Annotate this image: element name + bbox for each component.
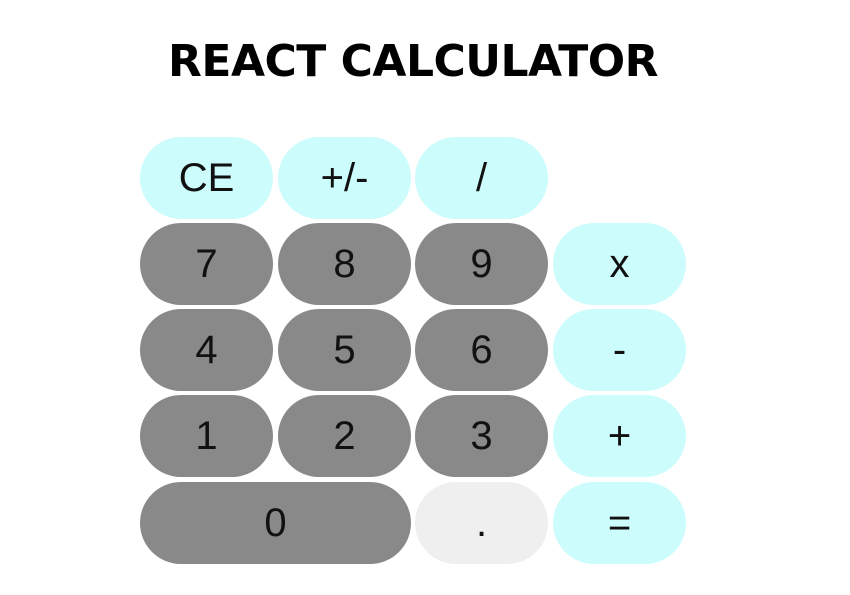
add-button[interactable]: + (553, 395, 686, 477)
subtract-button[interactable]: - (553, 309, 686, 391)
decimal-button[interactable]: . (415, 482, 548, 564)
negate-button[interactable]: +/- (278, 137, 411, 219)
digit-2-button[interactable]: 2 (278, 395, 411, 477)
digit-0-button[interactable]: 0 (140, 482, 411, 564)
digit-6-button[interactable]: 6 (415, 309, 548, 391)
digit-5-button[interactable]: 5 (278, 309, 411, 391)
digit-3-button[interactable]: 3 (415, 395, 548, 477)
calculator-app: REACT CALCULATOR CE +/- / 7 8 9 x 4 5 6 … (0, 0, 850, 595)
clear-button[interactable]: CE (140, 137, 273, 219)
divide-button[interactable]: / (415, 137, 548, 219)
page-title: REACT CALCULATOR (168, 36, 659, 87)
digit-1-button[interactable]: 1 (140, 395, 273, 477)
equals-button[interactable]: = (553, 482, 686, 564)
digit-4-button[interactable]: 4 (140, 309, 273, 391)
digit-9-button[interactable]: 9 (415, 223, 548, 305)
digit-7-button[interactable]: 7 (140, 223, 273, 305)
digit-8-button[interactable]: 8 (278, 223, 411, 305)
multiply-button[interactable]: x (553, 223, 686, 305)
